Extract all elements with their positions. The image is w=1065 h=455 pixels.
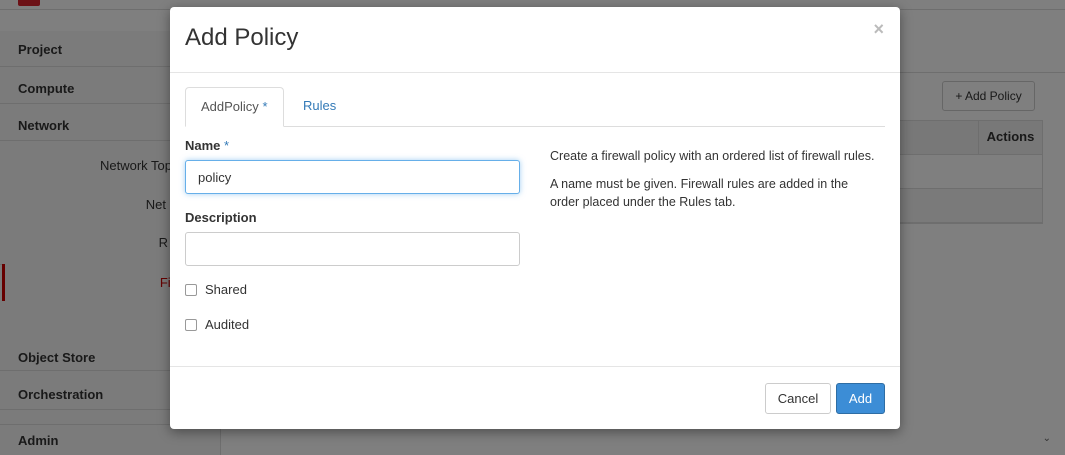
description-input[interactable] <box>185 232 520 266</box>
audited-label: Audited <box>205 317 250 332</box>
cancel-button[interactable]: Cancel <box>765 383 831 414</box>
tab-label: Rules <box>303 98 337 113</box>
shared-label: Shared <box>205 282 247 297</box>
tab-rules[interactable]: Rules <box>288 87 351 127</box>
tab-label: AddPolicy <box>201 99 259 114</box>
add-button[interactable]: Add <box>836 383 885 414</box>
name-input[interactable] <box>185 160 520 194</box>
audited-checkbox[interactable] <box>185 318 197 331</box>
add-policy-modal: Add Policy × AddPolicy * Rules Name * De… <box>170 7 900 429</box>
name-label-text: Name <box>185 138 221 153</box>
modal-header: Add Policy × <box>170 7 900 73</box>
help-paragraph: A name must be given. Firewall rules are… <box>550 177 849 209</box>
modal-footer: Cancel Add <box>170 366 900 429</box>
required-marker: * <box>262 99 268 114</box>
close-icon[interactable]: × <box>873 19 884 40</box>
audited-checkbox-row[interactable]: Audited <box>185 317 249 332</box>
required-marker: * <box>224 138 230 153</box>
shared-checkbox-row[interactable]: Shared <box>185 282 247 297</box>
shared-checkbox[interactable] <box>185 283 197 296</box>
help-text: Create a firewall policy with an ordered… <box>550 147 880 221</box>
tab-addpolicy[interactable]: AddPolicy * <box>185 87 284 127</box>
tab-bar: AddPolicy * Rules <box>185 87 885 127</box>
description-label: Description <box>185 210 257 225</box>
name-label: Name * <box>185 138 229 153</box>
help-paragraph: Create a firewall policy with an ordered… <box>550 149 875 163</box>
modal-title: Add Policy <box>185 24 299 51</box>
